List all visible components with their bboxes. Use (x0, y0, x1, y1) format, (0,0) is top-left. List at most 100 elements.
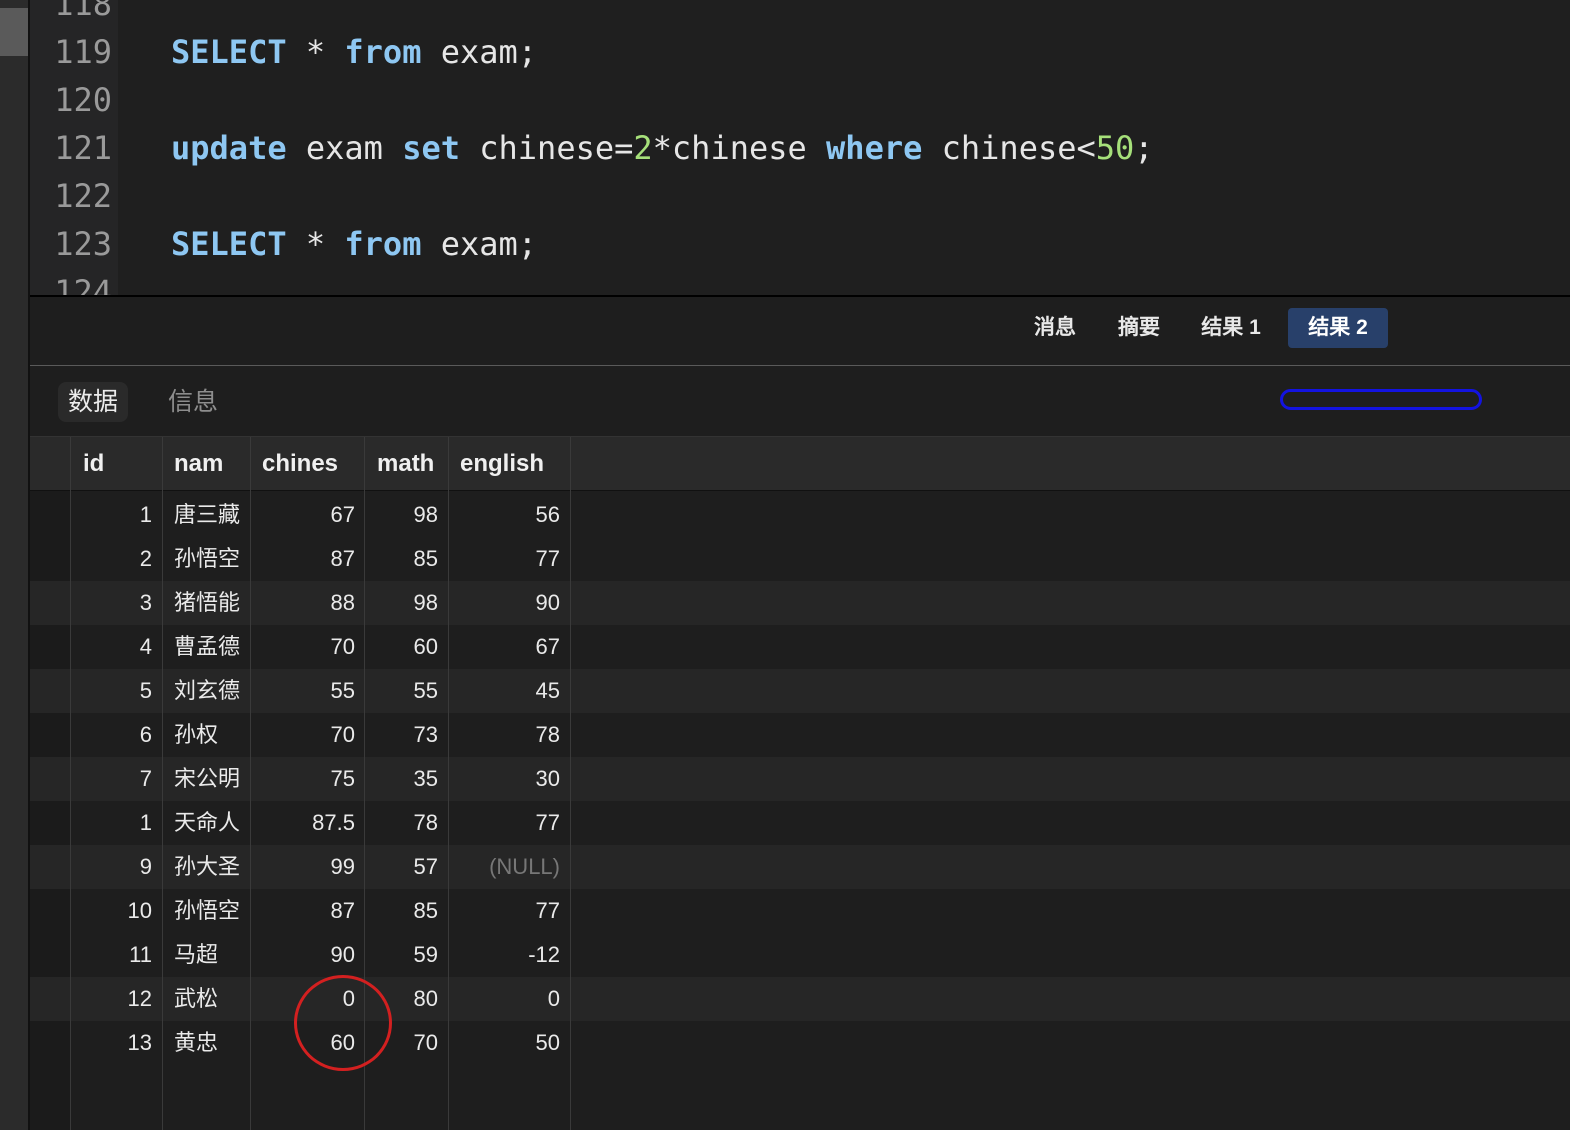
cell-nam[interactable]: 黄忠 (162, 1021, 250, 1065)
tab-messages[interactable]: 消息 (1012, 308, 1098, 348)
cell-nam[interactable]: 唐三藏 (162, 493, 250, 537)
column-divider (70, 437, 71, 1130)
cell-nam[interactable]: 孙大圣 (162, 845, 250, 889)
tab-result-2[interactable]: 结果 2 (1288, 308, 1388, 348)
table-row[interactable]: 4 曹孟德 70 60 67 (30, 625, 1570, 669)
column-header-math[interactable]: math (365, 437, 448, 490)
tab-result-1[interactable]: 结果 1 (1180, 308, 1282, 348)
table-row[interactable]: 10 孙悟空 87 85 77 (30, 889, 1570, 933)
table-row[interactable]: 11 马超 90 59 -12 (30, 933, 1570, 977)
result-grid[interactable]: id nam chines math english 1 唐三藏 67 98 56 2 孙悟空 87 8… (30, 437, 1570, 1130)
cell-math[interactable]: 85 (365, 889, 448, 933)
table-row[interactable]: 12 武松 0 80 0 (30, 977, 1570, 1021)
cell-english[interactable]: 30 (448, 757, 570, 801)
column-header-english[interactable]: english (448, 437, 570, 490)
column-header-id[interactable]: id (71, 437, 162, 490)
cell-nam[interactable]: 马超 (162, 933, 250, 977)
cell-chines[interactable]: 88 (250, 581, 365, 625)
table-row[interactable]: 5 刘玄德 55 55 45 (30, 669, 1570, 713)
cell-math[interactable]: 59 (365, 933, 448, 977)
table-row[interactable]: 7 宋公明 75 35 30 (30, 757, 1570, 801)
cell-id[interactable]: 9 (71, 845, 162, 889)
cell-id[interactable]: 3 (71, 581, 162, 625)
cell-id[interactable]: 7 (71, 757, 162, 801)
cell-math[interactable]: 78 (365, 801, 448, 845)
cell-english[interactable]: 0 (448, 977, 570, 1021)
table-row[interactable]: 13 黄忠 60 70 50 (30, 1021, 1570, 1065)
cell-english[interactable]: 45 (448, 669, 570, 713)
cell-chines[interactable]: 55 (250, 669, 365, 713)
cell-math[interactable]: 57 (365, 845, 448, 889)
table-row[interactable]: 1 唐三藏 67 98 56 (30, 493, 1570, 537)
code-text: SELECT * from exam; (171, 28, 537, 76)
cell-id[interactable]: 4 (71, 625, 162, 669)
table-row[interactable]: 6 孙权 70 73 78 (30, 713, 1570, 757)
annotation-blue-oval (1280, 389, 1482, 410)
cell-id[interactable]: 13 (71, 1021, 162, 1065)
cell-math[interactable]: 35 (365, 757, 448, 801)
cell-id[interactable]: 2 (71, 537, 162, 581)
cell-math[interactable]: 60 (365, 625, 448, 669)
column-header-chines[interactable]: chines (250, 437, 365, 490)
cell-nam[interactable]: 武松 (162, 977, 250, 1021)
cell-english[interactable]: 90 (448, 581, 570, 625)
cell-english[interactable]: 78 (448, 713, 570, 757)
table-row[interactable]: 3 猪悟能 88 98 90 (30, 581, 1570, 625)
cell-chines[interactable]: 75 (250, 757, 365, 801)
cell-id[interactable]: 10 (71, 889, 162, 933)
line-number: 120 (54, 81, 112, 119)
cell-english[interactable]: (NULL) (448, 845, 570, 889)
cell-nam[interactable]: 刘玄德 (162, 669, 250, 713)
cell-english[interactable]: 50 (448, 1021, 570, 1065)
cell-math[interactable]: 98 (365, 493, 448, 537)
cell-nam[interactable]: 宋公明 (162, 757, 250, 801)
code-line: 124 (30, 268, 1570, 296)
column-header-nam[interactable]: nam (162, 437, 250, 490)
cell-math[interactable]: 73 (365, 713, 448, 757)
code-line: 119 SELECT * from exam; (30, 28, 1570, 76)
cell-math[interactable]: 55 (365, 669, 448, 713)
sql-text: chinese< (922, 129, 1096, 167)
cell-english[interactable]: 56 (448, 493, 570, 537)
cell-id[interactable]: 6 (71, 713, 162, 757)
cell-nam[interactable]: 孙悟空 (162, 537, 250, 581)
table-row[interactable]: 1 天命人 87.5 78 77 (30, 801, 1570, 845)
cell-english[interactable]: 77 (448, 889, 570, 933)
cell-chines[interactable]: 90 (250, 933, 365, 977)
tab-data[interactable]: 数据 (58, 382, 129, 422)
cell-chines[interactable]: 70 (250, 713, 365, 757)
tab-info[interactable]: 信息 (168, 382, 218, 422)
cell-english[interactable]: 67 (448, 625, 570, 669)
cell-id[interactable]: 12 (71, 977, 162, 1021)
scrollbar-thumb[interactable] (0, 8, 28, 56)
cell-english[interactable]: 77 (448, 801, 570, 845)
cell-chines[interactable]: 70 (250, 625, 365, 669)
cell-id[interactable]: 11 (71, 933, 162, 977)
tab-summary[interactable]: 摘要 (1096, 308, 1182, 348)
cell-nam[interactable]: 曹孟德 (162, 625, 250, 669)
line-number: 122 (54, 177, 112, 215)
sql-editor[interactable]: 118 119 SELECT * from exam; 120 121 update ex… (30, 0, 1570, 296)
line-number: 119 (54, 33, 112, 71)
cell-id[interactable]: 1 (71, 493, 162, 537)
cell-chines[interactable]: 87 (250, 889, 365, 933)
cell-english[interactable]: -12 (448, 933, 570, 977)
sql-keyword: update (171, 129, 287, 167)
cell-math[interactable]: 85 (365, 537, 448, 581)
cell-nam[interactable]: 天命人 (162, 801, 250, 845)
cell-nam[interactable]: 孙悟空 (162, 889, 250, 933)
sql-keyword: SELECT (171, 225, 287, 263)
cell-chines[interactable]: 87.5 (250, 801, 365, 845)
cell-nam[interactable]: 猪悟能 (162, 581, 250, 625)
cell-nam[interactable]: 孙权 (162, 713, 250, 757)
cell-chines[interactable]: 87 (250, 537, 365, 581)
cell-english[interactable]: 77 (448, 537, 570, 581)
cell-chines[interactable]: 67 (250, 493, 365, 537)
cell-id[interactable]: 5 (71, 669, 162, 713)
table-row[interactable]: 2 孙悟空 87 85 77 (30, 537, 1570, 581)
cell-math[interactable]: 98 (365, 581, 448, 625)
left-scroll-strip[interactable] (0, 0, 30, 1130)
table-row[interactable]: 9 孙大圣 99 57 (NULL) (30, 845, 1570, 889)
cell-id[interactable]: 1 (71, 801, 162, 845)
cell-chines[interactable]: 99 (250, 845, 365, 889)
